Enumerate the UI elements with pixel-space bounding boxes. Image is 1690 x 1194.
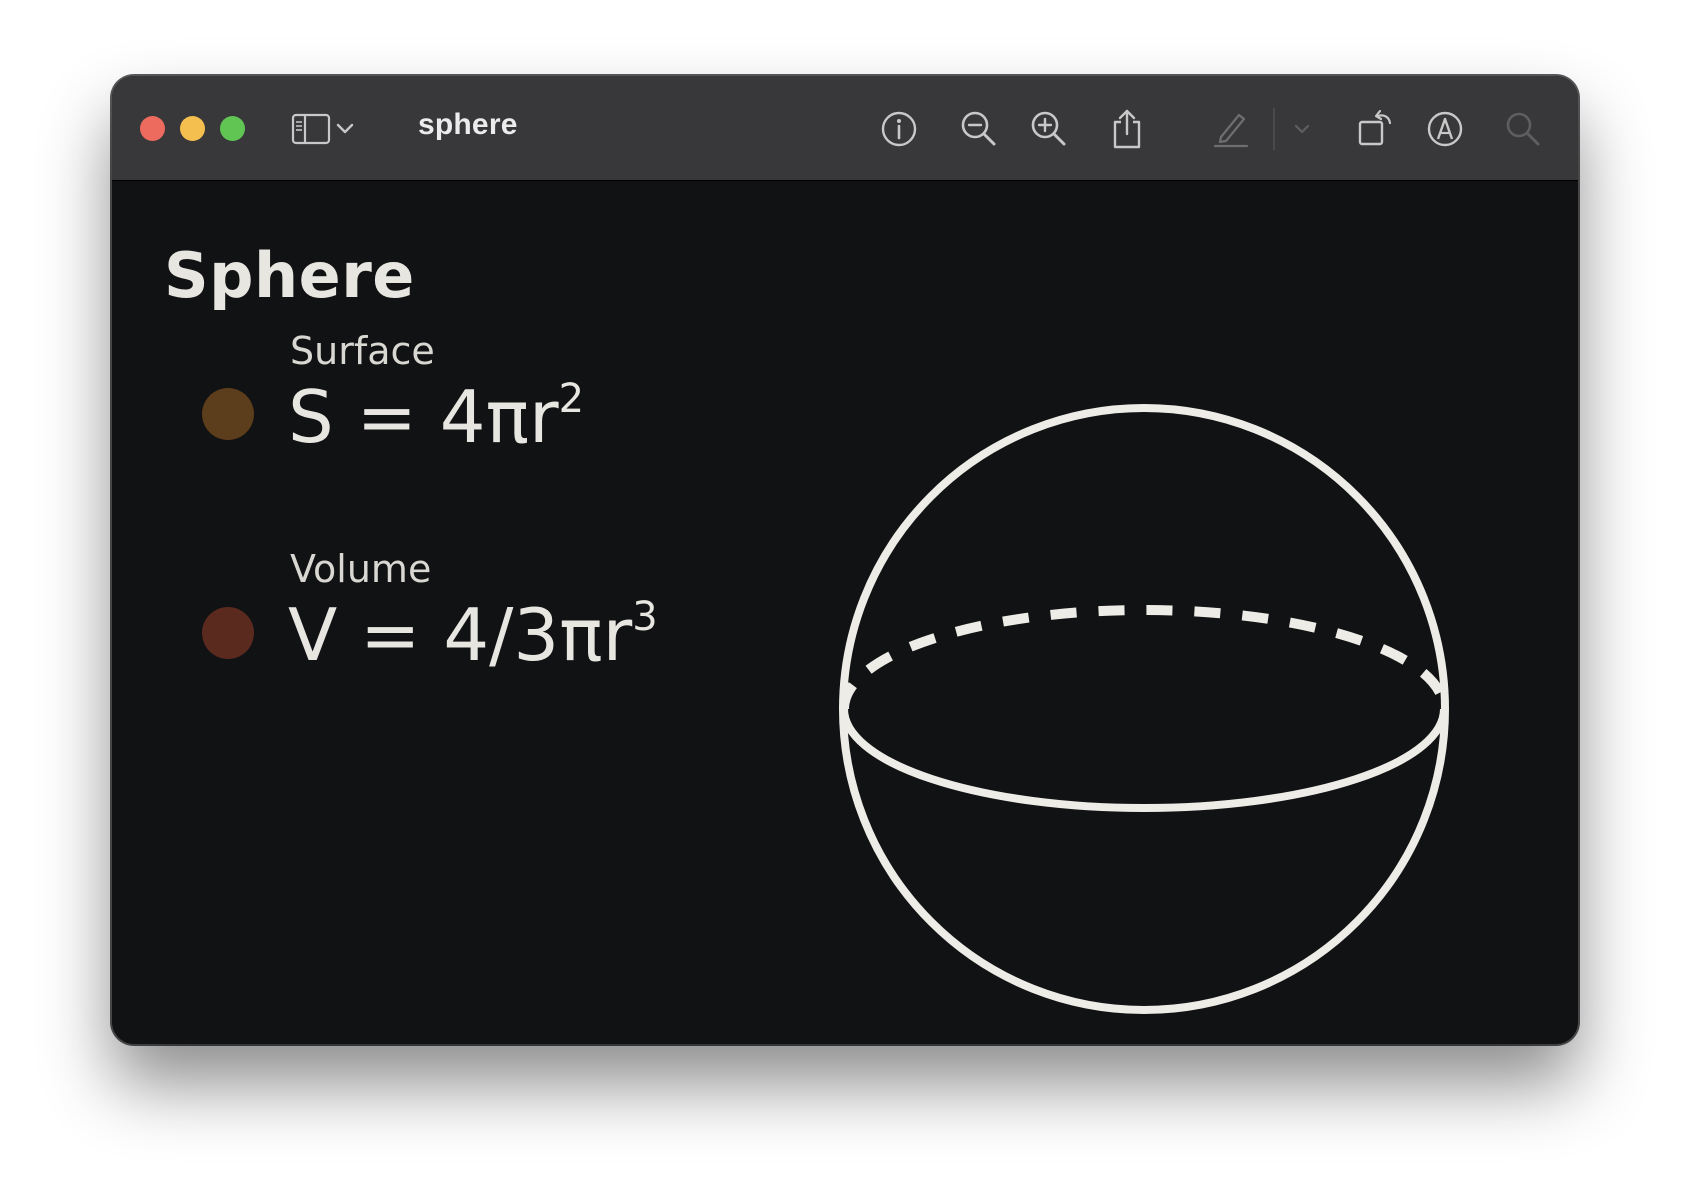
- titlebar: sphere: [112, 76, 1578, 181]
- markup-icon: [1427, 111, 1463, 147]
- close-button[interactable]: [140, 116, 165, 141]
- toolbar-separator: [1273, 108, 1275, 150]
- search-button[interactable]: [1496, 102, 1550, 156]
- sphere-equator-back: [839, 605, 1449, 710]
- volume-formula-main: V = 4/3πr: [288, 593, 633, 677]
- surface-formula-main: S = 4πr: [288, 375, 559, 459]
- rotate-icon: [1358, 109, 1392, 146]
- volume-dot: [202, 607, 254, 659]
- maximize-button[interactable]: [220, 116, 245, 141]
- document-canvas: Sphere Surface S = 4πr2 Volume V = 4/3πr…: [112, 181, 1578, 1044]
- zoom-in-button[interactable]: [1022, 102, 1076, 156]
- sphere-outline: [839, 404, 1449, 1014]
- surface-dot: [202, 388, 254, 440]
- surface-formula-exponent: 2: [558, 376, 585, 422]
- surface-label: Surface: [290, 329, 435, 373]
- zoom-out-icon: [961, 111, 996, 146]
- window-title: sphere: [418, 108, 518, 141]
- markup-menu-button[interactable]: [1284, 102, 1320, 156]
- sphere-equator-front: [840, 708, 1448, 812]
- info-icon: [881, 111, 917, 147]
- search-icon: [1506, 112, 1540, 146]
- volume-formula: V = 4/3πr3: [288, 593, 658, 677]
- markup-pen-icon: [1213, 113, 1249, 148]
- preview-window: sphere Sphere Surface S = 4πr2 Volume V …: [112, 76, 1578, 1044]
- volume-label: Volume: [290, 547, 432, 591]
- share-icon: [1113, 109, 1141, 149]
- markup-pen-button[interactable]: [1204, 102, 1258, 156]
- sidebar-icon: [291, 113, 331, 145]
- surface-formula: S = 4πr2: [288, 375, 584, 459]
- document-heading: Sphere: [164, 239, 415, 312]
- sphere-illustration: [839, 404, 1449, 1014]
- info-button[interactable]: [872, 102, 926, 156]
- share-button[interactable]: [1100, 102, 1154, 156]
- chevron-down-icon: [1294, 124, 1310, 134]
- volume-formula-exponent: 3: [632, 594, 658, 640]
- zoom-out-button[interactable]: [952, 102, 1006, 156]
- rotate-button[interactable]: [1348, 102, 1402, 156]
- markup-button[interactable]: [1418, 102, 1472, 156]
- chevron-down-icon: [336, 123, 354, 134]
- sidebar-menu-button[interactable]: [330, 102, 360, 156]
- minimize-button[interactable]: [180, 116, 205, 141]
- zoom-in-icon: [1031, 111, 1066, 146]
